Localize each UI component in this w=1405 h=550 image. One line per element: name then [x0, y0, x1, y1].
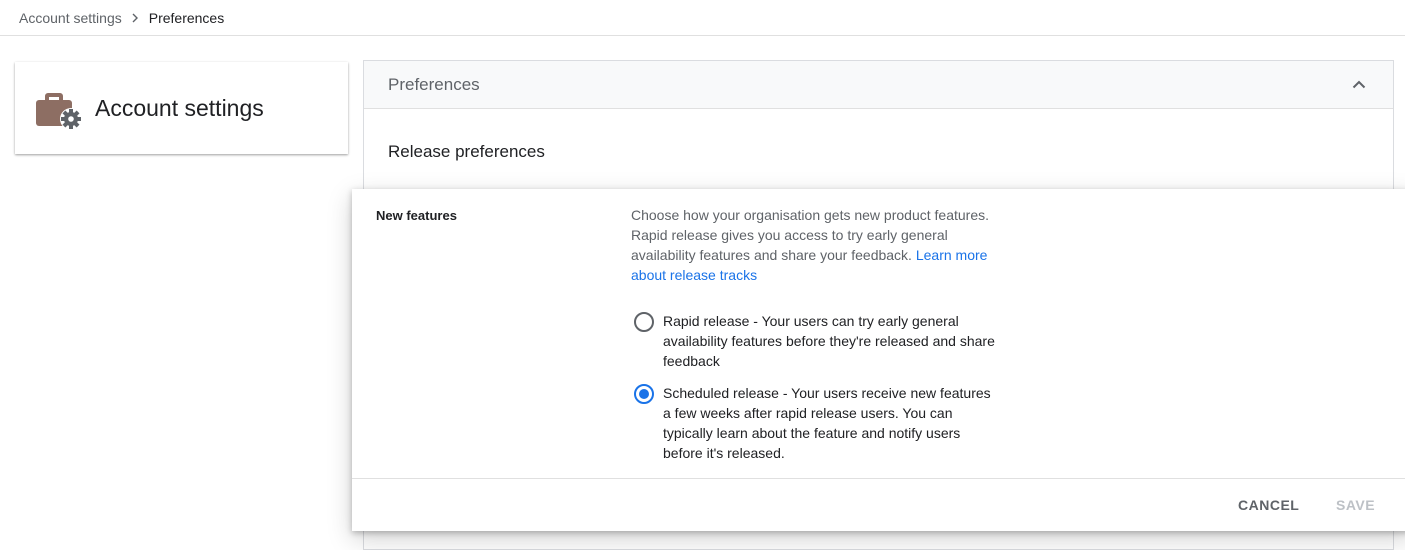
feature-description: Choose how your organisation gets new pr… [631, 205, 1001, 285]
breadcrumb-current: Preferences [148, 9, 225, 26]
app-card: Account settings [15, 62, 348, 154]
radio-scheduled-release[interactable]: Scheduled release - Your users receive n… [634, 383, 998, 463]
cancel-button[interactable]: CANCEL [1238, 479, 1299, 531]
radio-rapid-release[interactable]: Rapid release - Your users can try early… [634, 311, 998, 371]
panel-header[interactable]: Preferences [364, 61, 1393, 109]
radio-label: Rapid release - Your users can try early… [663, 313, 995, 369]
app-title: Account settings [95, 94, 264, 121]
editor-footer: CANCEL SAVE [352, 478, 1405, 531]
briefcase-gear-icon [34, 84, 82, 132]
breadcrumb-account-settings[interactable]: Account settings [19, 10, 122, 26]
panel-title: Preferences [388, 74, 480, 94]
chevron-right-icon [131, 13, 139, 23]
feature-label: New features [376, 208, 457, 223]
save-button[interactable]: SAVE [1336, 479, 1375, 531]
radio-label: Scheduled release - Your users receive n… [663, 385, 991, 461]
section-title: Release preferences [388, 142, 545, 161]
chevron-up-icon[interactable] [1347, 73, 1371, 97]
radio-button[interactable] [634, 384, 654, 404]
radio-button[interactable] [634, 312, 654, 332]
new-features-editor: New features Choose how your organisatio… [352, 189, 1405, 531]
breadcrumb: Account settings Preferences [0, 0, 1405, 36]
